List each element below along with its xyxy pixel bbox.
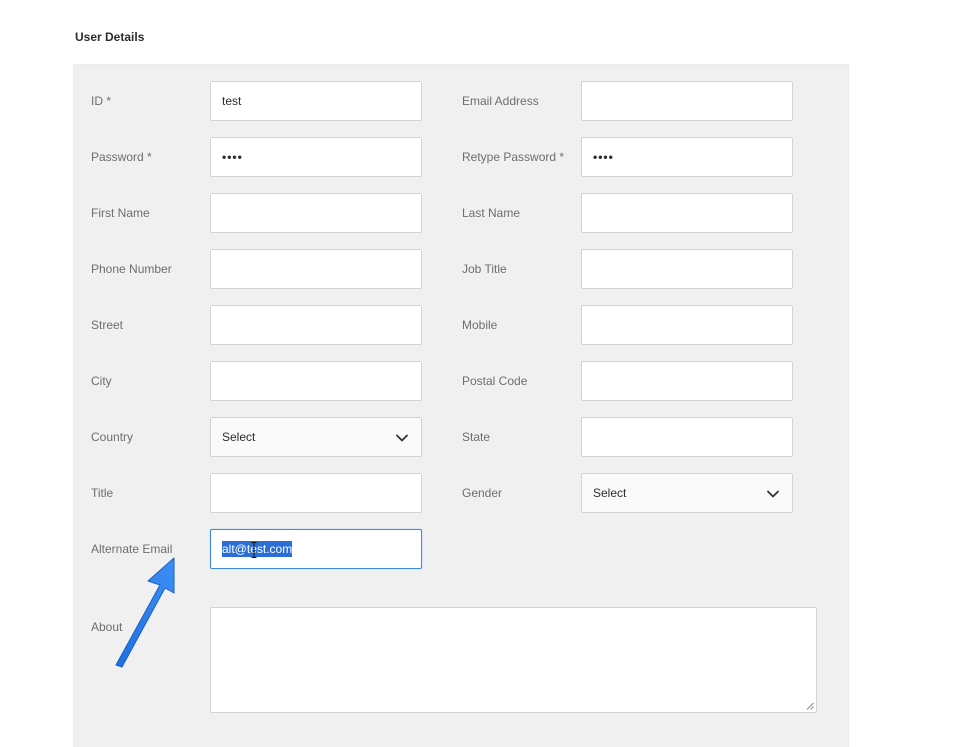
chevron-down-icon: [767, 490, 779, 498]
text-cursor-icon: [251, 542, 257, 558]
state-input[interactable]: [581, 417, 793, 457]
gender-label: Gender: [462, 486, 503, 500]
resize-grip-icon[interactable]: [806, 702, 814, 710]
email-label: Email Address: [462, 94, 539, 108]
id-label: ID *: [91, 94, 112, 108]
job-title-input[interactable]: [581, 249, 793, 289]
city-input[interactable]: [210, 361, 422, 401]
country-select-value: Select: [222, 430, 256, 444]
state-label: State: [462, 430, 491, 444]
city-label: City: [91, 374, 112, 388]
password-label: Password *: [91, 150, 152, 164]
title-input[interactable]: [210, 473, 422, 513]
mobile-input[interactable]: [581, 305, 793, 345]
first-name-label: First Name: [91, 206, 150, 220]
password-input[interactable]: ••••: [210, 137, 422, 177]
chevron-down-icon: [396, 434, 408, 442]
id-input[interactable]: test: [210, 81, 422, 121]
alternate-email-selected-text: alt@test.com: [222, 541, 293, 557]
first-name-input[interactable]: [210, 193, 422, 233]
alternate-email-input[interactable]: alt@test.com: [210, 529, 422, 569]
email-input[interactable]: [581, 81, 793, 121]
retype-password-input[interactable]: ••••: [581, 137, 793, 177]
about-textarea[interactable]: [210, 607, 817, 713]
gender-select-value: Select: [593, 486, 627, 500]
street-input[interactable]: [210, 305, 422, 345]
last-name-input[interactable]: [581, 193, 793, 233]
postal-code-input[interactable]: [581, 361, 793, 401]
country-label: Country: [91, 430, 134, 444]
section-title: User Details: [75, 30, 145, 44]
user-details-page: User Details ID * test Email Address Pas…: [0, 0, 956, 747]
retype-password-label: Retype Password *: [462, 150, 565, 164]
job-title-label: Job Title: [462, 262, 507, 276]
gender-select[interactable]: Select: [581, 473, 793, 513]
title-label: Title: [91, 486, 114, 500]
alternate-email-label: Alternate Email: [91, 542, 173, 556]
mobile-label: Mobile: [462, 318, 498, 332]
postal-code-label: Postal Code: [462, 374, 528, 388]
phone-label: Phone Number: [91, 262, 172, 276]
phone-input[interactable]: [210, 249, 422, 289]
last-name-label: Last Name: [462, 206, 521, 220]
country-select[interactable]: Select: [210, 417, 422, 457]
street-label: Street: [91, 318, 124, 332]
arrow-annotation-icon: [115, 557, 175, 668]
